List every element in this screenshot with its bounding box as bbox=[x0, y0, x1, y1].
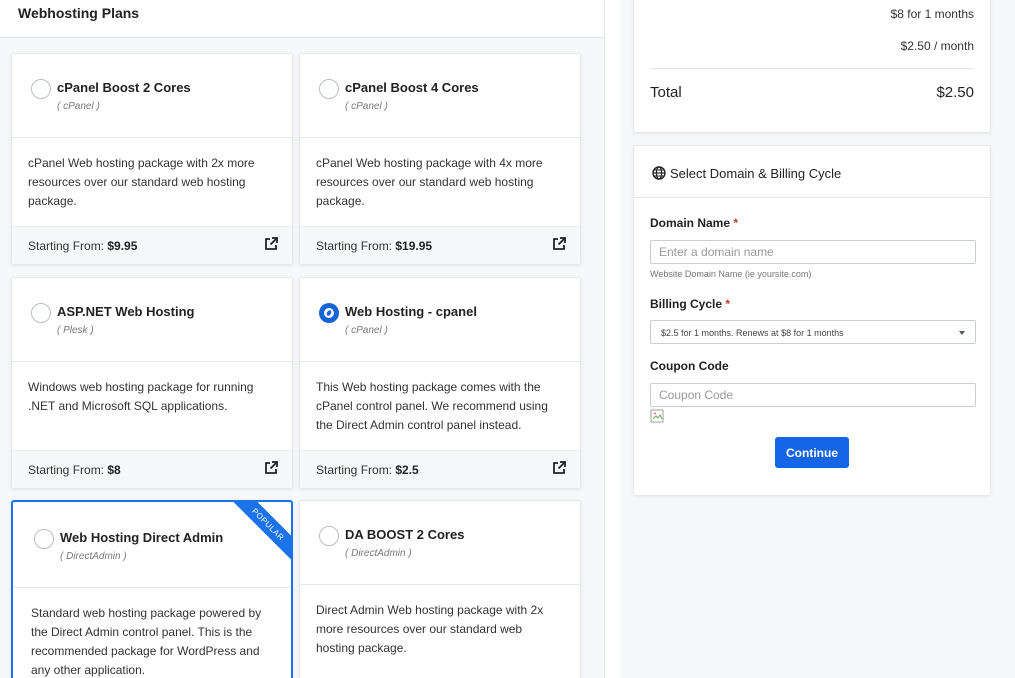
plan-name: cPanel Boost 2 Cores bbox=[57, 80, 191, 95]
plan-starting-price: Starting From: $8 bbox=[28, 463, 121, 477]
plan-name: Web Hosting - cpanel bbox=[345, 304, 477, 319]
continue-button[interactable]: Continue bbox=[775, 437, 849, 468]
plan-card-cpanel-boost-2[interactable]: cPanel Boost 2 Cores ( cPanel ) cPanel W… bbox=[11, 53, 293, 265]
plan-card-cpanel-boost-4[interactable]: cPanel Boost 4 Cores ( cPanel ) cPanel W… bbox=[299, 53, 581, 265]
plan-name: ASP.NET Web Hosting bbox=[57, 304, 195, 319]
plan-card-footer: Starting From: $8 bbox=[12, 450, 292, 488]
plans-panel: Webhosting Plans cPanel Boost 2 Cores ( … bbox=[0, 0, 605, 678]
plan-radio-checked[interactable] bbox=[319, 303, 339, 323]
plan-radio[interactable] bbox=[319, 526, 339, 546]
domain-name-input[interactable] bbox=[650, 240, 976, 264]
plan-radio[interactable] bbox=[31, 79, 51, 99]
plan-panel-type: ( cPanel ) bbox=[57, 101, 100, 112]
plan-description: Direct Admin Web hosting package with 2x… bbox=[316, 603, 544, 655]
plan-panel-type: ( cPanel ) bbox=[345, 101, 388, 112]
plan-card-aspnet[interactable]: ASP.NET Web Hosting ( Plesk ) Windows we… bbox=[11, 277, 293, 489]
coupon-code-input[interactable] bbox=[650, 383, 976, 407]
popular-ribbon: POPULAR bbox=[231, 502, 291, 562]
plan-card-header: ASP.NET Web Hosting ( Plesk ) bbox=[12, 278, 292, 362]
plan-panel-type: ( DirectAdmin ) bbox=[345, 548, 412, 559]
broken-image-icon bbox=[650, 409, 664, 423]
order-sidebar: $8 for 1 months $2.50 / month Total $2.5… bbox=[620, 0, 1015, 678]
coupon-code-label: Coupon Code bbox=[650, 359, 729, 373]
plan-starting-price: Starting From: $2.5 bbox=[316, 463, 419, 477]
plan-description: cPanel Web hosting package with 4x more … bbox=[316, 156, 543, 208]
summary-monthly: $2.50 / month bbox=[900, 39, 974, 53]
plan-panel-type: ( cPanel ) bbox=[345, 325, 388, 336]
globe-icon bbox=[652, 166, 666, 180]
plan-description: This Web hosting package comes with the … bbox=[316, 380, 548, 432]
plan-name: DA BOOST 2 Cores bbox=[345, 527, 465, 542]
billing-cycle-value: $2.5 for 1 months. Renews at $8 for 1 mo… bbox=[661, 328, 844, 338]
plan-card-header: DA BOOST 2 Cores ( DirectAdmin ) bbox=[300, 501, 580, 585]
plan-radio[interactable] bbox=[319, 79, 339, 99]
required-mark: * bbox=[725, 297, 731, 311]
plan-card-header: cPanel Boost 2 Cores ( cPanel ) bbox=[12, 54, 292, 138]
billing-cycle-label: Billing Cycle * bbox=[650, 297, 731, 311]
plan-card-header: Web Hosting Direct Admin ( DirectAdmin )… bbox=[13, 502, 291, 588]
plan-starting-price: Starting From: $19.95 bbox=[316, 239, 433, 253]
total-label: Total bbox=[650, 84, 682, 101]
plan-description: Windows web hosting package for running … bbox=[28, 380, 254, 413]
plan-card-footer: Starting From: $2.5 bbox=[300, 450, 580, 488]
plan-panel-type: ( DirectAdmin ) bbox=[60, 551, 127, 562]
external-link-icon[interactable] bbox=[552, 461, 566, 475]
plan-card-header: cPanel Boost 4 Cores ( cPanel ) bbox=[300, 54, 580, 138]
plan-panel-type: ( Plesk ) bbox=[57, 325, 94, 336]
plan-radio[interactable] bbox=[34, 529, 54, 549]
plan-card-header: Web Hosting - cpanel ( cPanel ) bbox=[300, 278, 580, 362]
plan-card-footer: Starting From: $9.95 bbox=[12, 226, 292, 264]
external-link-icon[interactable] bbox=[264, 237, 278, 251]
domain-card-title: Select Domain & Billing Cycle bbox=[670, 166, 842, 181]
domain-billing-card: Select Domain & Billing Cycle Domain Nam… bbox=[633, 145, 991, 496]
plan-name: Web Hosting Direct Admin bbox=[60, 530, 224, 545]
domain-card-header: Select Domain & Billing Cycle bbox=[634, 146, 990, 198]
external-link-icon[interactable] bbox=[552, 237, 566, 251]
popular-badge: POPULAR bbox=[231, 502, 291, 561]
plan-card-footer: Starting From: $19.95 bbox=[300, 226, 580, 264]
summary-renewal: $8 for 1 months bbox=[890, 7, 974, 21]
domain-name-label: Domain Name * bbox=[650, 216, 739, 230]
plan-starting-price: Starting From: $9.95 bbox=[28, 239, 138, 253]
plan-card-web-hosting-direct-admin[interactable]: Web Hosting Direct Admin ( DirectAdmin )… bbox=[11, 500, 293, 678]
required-mark: * bbox=[733, 216, 739, 230]
total-value: $2.50 bbox=[936, 84, 974, 101]
external-link-icon[interactable] bbox=[264, 461, 278, 475]
page-title: Webhosting Plans bbox=[18, 5, 140, 21]
plan-card-da-boost-2[interactable]: DA BOOST 2 Cores ( DirectAdmin ) Direct … bbox=[299, 500, 581, 678]
plans-header: Webhosting Plans bbox=[0, 0, 604, 38]
plan-radio[interactable] bbox=[31, 303, 51, 323]
billing-cycle-select[interactable]: $2.5 for 1 months. Renews at $8 for 1 mo… bbox=[650, 320, 976, 344]
summary-divider bbox=[650, 68, 974, 69]
order-summary: $8 for 1 months $2.50 / month Total $2.5… bbox=[633, 0, 991, 133]
chevron-down-icon bbox=[959, 331, 965, 335]
plan-card-web-hosting-cpanel[interactable]: Web Hosting - cpanel ( cPanel ) This Web… bbox=[299, 277, 581, 489]
domain-help-text: Website Domain Name (ie yoursite.com) bbox=[650, 269, 812, 279]
plan-description: cPanel Web hosting package with 2x more … bbox=[28, 156, 255, 208]
plan-name: cPanel Boost 4 Cores bbox=[345, 80, 479, 95]
plan-description: Standard web hosting package powered by … bbox=[31, 606, 262, 677]
